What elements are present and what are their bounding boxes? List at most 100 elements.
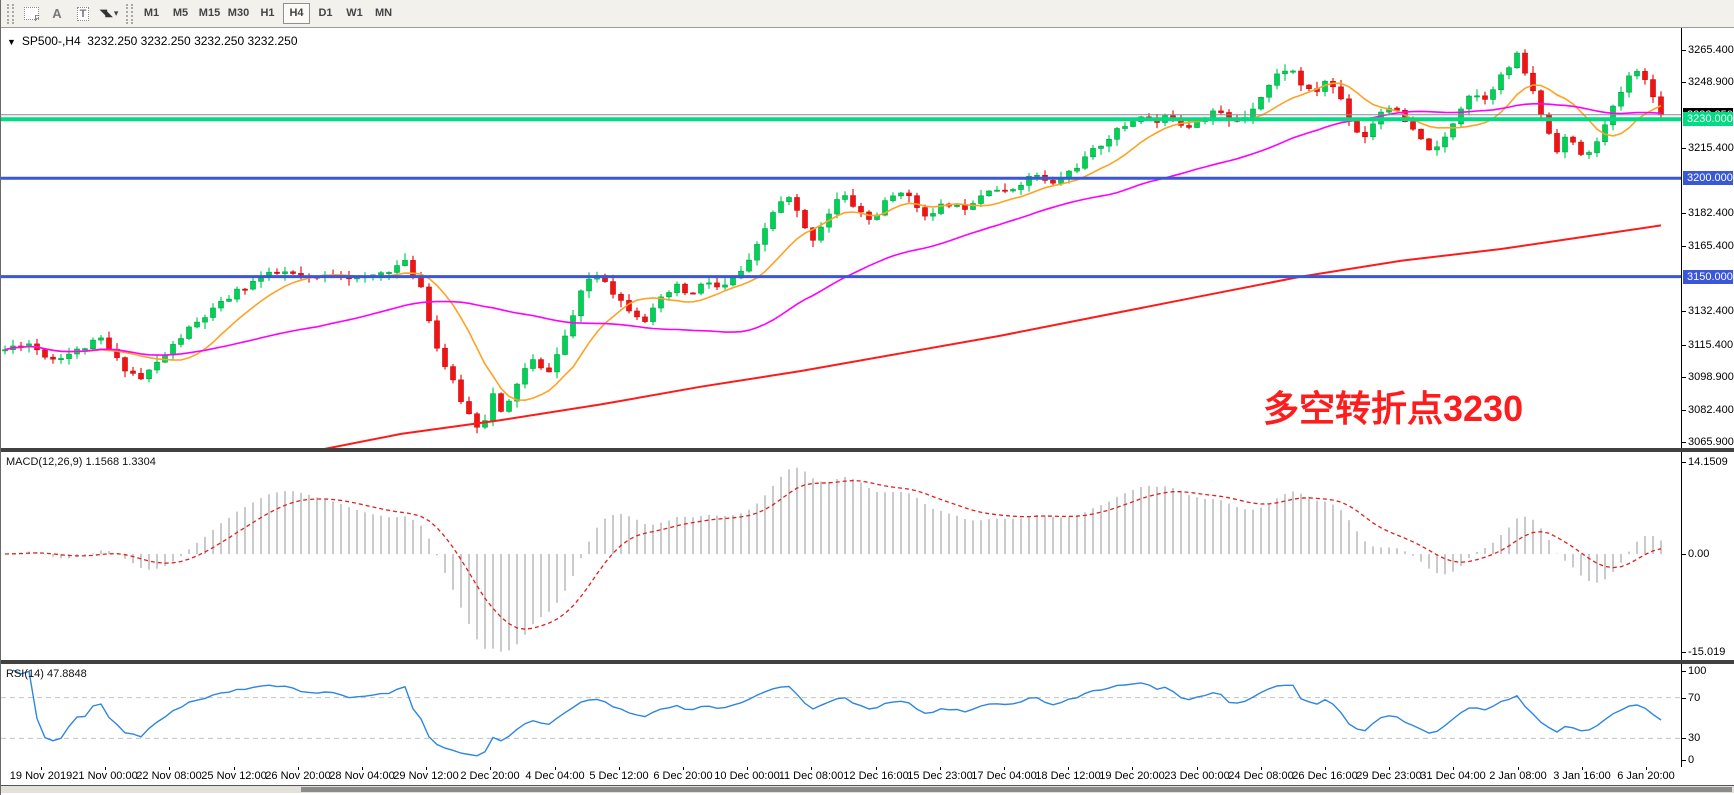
time-axis-label: 3 Jan 16:00 <box>1553 770 1611 782</box>
macd-plot[interactable]: MACD(12,26,9) 1.1568 1.3304 <box>1 452 1681 660</box>
ohlc-values: 3232.250 3232.250 3232.250 3232.250 <box>87 34 297 48</box>
price-axis-label: 3082.400 <box>1688 404 1734 416</box>
main-chart-plot[interactable]: ▼SP500-,H4 3232.250 3232.250 3232.250 32… <box>1 28 1681 448</box>
axis-tick <box>1682 554 1686 555</box>
timeframe-button-w1[interactable]: W1 <box>341 3 368 24</box>
time-axis-label: 18 Dec 12:00 <box>1035 770 1100 782</box>
price-badge: 3150.000 <box>1683 270 1733 284</box>
time-axis-label: 10 Dec 00:00 <box>714 770 779 782</box>
timeframe-button-h4[interactable]: H4 <box>283 3 310 24</box>
mt4-chart-window: F A T ◥◣ ▾ M1M5M15M30H1H4D1W1MN ▼SP500-,… <box>0 0 1734 795</box>
price-axis-label: 3132.400 <box>1688 305 1734 317</box>
macd-label: MACD(12,26,9) 1.1568 1.3304 <box>6 456 156 468</box>
time-axis-label: 4 Dec 04:00 <box>525 770 584 782</box>
arrows-tool-button[interactable]: ◥◣ ▾ <box>97 3 121 25</box>
axis-tick <box>1682 760 1686 761</box>
price-axis-label: 3182.400 <box>1688 207 1734 219</box>
chart-annotation-text: 多空转折点3230 <box>1263 380 1523 432</box>
price-axis-label: 3265.400 <box>1688 44 1734 56</box>
time-axis-label: 21 Nov 00:00 <box>72 770 137 782</box>
macd-values: 1.1568 1.3304 <box>85 456 155 468</box>
rsi-axis-label: 0 <box>1688 754 1694 766</box>
toolbar-grip[interactable] <box>7 4 14 24</box>
axis-tick <box>1682 652 1686 653</box>
time-axis-label: 5 Dec 12:00 <box>589 770 648 782</box>
arrows-icon: ◥◣ <box>100 8 111 19</box>
chevron-down-icon: ▾ <box>114 8 119 19</box>
time-axis-label: 26 Dec 16:00 <box>1292 770 1357 782</box>
time-axis-label: 12 Dec 16:00 <box>843 770 908 782</box>
price-axis-label: 3098.900 <box>1688 371 1734 383</box>
letter-t-icon: T <box>77 7 90 21</box>
rsi-panel: RSI(14) 47.8848 100 70 30 0 <box>1 664 1734 767</box>
rsi-value: 47.8848 <box>47 668 87 680</box>
main-chart-panel: ▼SP500-,H4 3232.250 3232.250 3232.250 32… <box>1 28 1734 448</box>
timeframe-button-d1[interactable]: D1 <box>312 3 339 24</box>
price-axis: 3265.400 3248.900 3215.400 3182.400 3165… <box>1681 28 1734 448</box>
rsi-axis: 100 70 30 0 <box>1681 664 1734 767</box>
price-badge: 3230.000 <box>1683 112 1733 126</box>
toolbar-grip[interactable] <box>126 4 133 24</box>
time-axis-label: 28 Nov 04:00 <box>329 770 394 782</box>
axis-tick <box>1682 50 1686 51</box>
triangle-down-icon: ▼ <box>7 37 16 47</box>
price-axis-label: 3248.900 <box>1688 76 1734 88</box>
price-axis-label: 3115.400 <box>1688 339 1733 351</box>
chart-title: ▼SP500-,H4 3232.250 3232.250 3232.250 32… <box>7 34 298 48</box>
axis-tick <box>1682 671 1686 672</box>
axis-tick <box>1682 738 1686 739</box>
price-axis-label: 3215.400 <box>1688 142 1734 154</box>
macd-axis-label: 0.00 <box>1688 548 1709 560</box>
rsi-axis-label: 70 <box>1688 692 1700 704</box>
grid-f-icon: F <box>24 7 39 20</box>
axis-tick <box>1682 345 1686 346</box>
letter-a-icon: A <box>52 6 61 21</box>
horizontal-scrollbar[interactable] <box>1 785 1734 793</box>
time-axis-label: 29 Dec 23:00 <box>1356 770 1421 782</box>
macd-axis: 14.1509 0.00 -15.019 <box>1681 452 1734 660</box>
timeframe-button-h1[interactable]: H1 <box>254 3 281 24</box>
time-axis-label: 17 Dec 04:00 <box>971 770 1036 782</box>
time-axis-label: 15 Dec 23:00 <box>907 770 972 782</box>
axis-tick <box>1682 410 1686 411</box>
price-badge: 3200.000 <box>1683 171 1733 185</box>
time-axis-label: 26 Nov 20:00 <box>265 770 330 782</box>
axis-tick <box>1682 311 1686 312</box>
axis-tick <box>1682 377 1686 378</box>
time-axis-label: 6 Dec 20:00 <box>653 770 712 782</box>
price-axis-label: 3165.400 <box>1688 240 1734 252</box>
macd-axis-label: 14.1509 <box>1688 456 1728 468</box>
time-axis-label: 19 Nov 2019 <box>10 770 72 782</box>
axis-tick <box>1682 462 1686 463</box>
time-axis: 19 Nov 2019 21 Nov 00:00 22 Nov 08:00 25… <box>1 767 1734 785</box>
rsi-label: RSI(14) 47.8848 <box>6 668 87 680</box>
scrollbar-thumb[interactable] <box>301 787 1732 792</box>
axis-tick <box>1682 246 1686 247</box>
text-label-tool-button[interactable]: A <box>45 3 69 25</box>
axis-tick <box>1682 82 1686 83</box>
time-axis-label: 6 Jan 20:00 <box>1617 770 1675 782</box>
timeframe-button-m30[interactable]: M30 <box>225 3 252 24</box>
time-axis-label: 31 Dec 04:00 <box>1420 770 1485 782</box>
time-axis-label: 2 Dec 20:00 <box>460 770 519 782</box>
axis-tick <box>1682 148 1686 149</box>
timeframe-button-m1[interactable]: M1 <box>138 3 165 24</box>
timeframe-toolbar: M1M5M15M30H1H4D1W1MN <box>137 3 398 24</box>
axis-tick <box>1682 213 1686 214</box>
text-box-tool-button[interactable]: T <box>71 3 95 25</box>
timeframe-button-m15[interactable]: M15 <box>196 3 223 24</box>
time-axis-label: 19 Dec 20:00 <box>1099 770 1164 782</box>
time-axis-label: 25 Nov 12:00 <box>201 770 266 782</box>
macd-axis-label: -15.019 <box>1688 646 1725 658</box>
macd-panel: MACD(12,26,9) 1.1568 1.3304 14.1509 0.00… <box>1 452 1734 660</box>
time-axis-label: 22 Nov 08:00 <box>136 770 201 782</box>
timeframe-button-mn[interactable]: MN <box>370 3 397 24</box>
time-axis-label: 11 Dec 08:00 <box>779 770 844 782</box>
time-axis-label: 23 Dec 00:00 <box>1164 770 1229 782</box>
time-axis-label: 2 Jan 08:00 <box>1489 770 1547 782</box>
grid-f-tool-button[interactable]: F <box>19 3 43 25</box>
time-axis-label: 29 Nov 12:00 <box>393 770 458 782</box>
timeframe-button-m5[interactable]: M5 <box>167 3 194 24</box>
toolbar: F A T ◥◣ ▾ M1M5M15M30H1H4D1W1MN <box>1 0 1734 28</box>
rsi-plot[interactable]: RSI(14) 47.8848 <box>1 664 1681 767</box>
